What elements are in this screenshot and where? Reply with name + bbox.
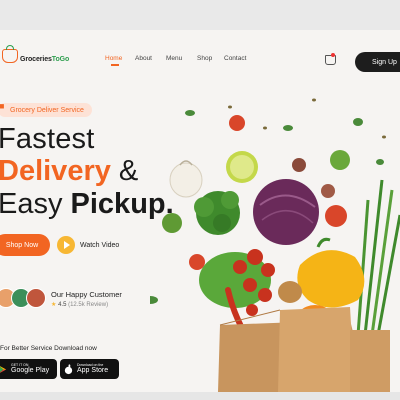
bottom-backdrop — [0, 392, 400, 400]
brand-logo[interactable]: GroceriesToGo — [2, 45, 70, 63]
apple-icon — [64, 363, 73, 374]
watch-video-button[interactable]: Watch Video — [57, 234, 129, 256]
nav-about[interactable]: About — [135, 55, 152, 62]
download-prompt: For Better Service Download now — [0, 345, 97, 352]
app-store-button[interactable]: Download on the App Store — [60, 359, 119, 379]
active-nav-indicator — [111, 64, 119, 66]
cart-icon[interactable] — [325, 55, 336, 65]
avatar — [26, 288, 46, 308]
star-icon: ★ — [51, 302, 57, 308]
customer-avatars — [0, 288, 46, 308]
nav-menu[interactable]: Menu — [166, 55, 182, 62]
cart-badge — [331, 53, 335, 57]
shop-now-button[interactable]: Shop Now — [0, 234, 50, 256]
cart-logo-icon — [2, 45, 18, 63]
service-tagline: Grocery Deliver Service — [0, 103, 92, 117]
nav-home[interactable]: Home — [105, 55, 122, 62]
watch-video-label: Watch Video — [80, 241, 120, 249]
headline-line1: Fastest — [0, 123, 95, 155]
basket-icon: ■ — [0, 101, 5, 111]
customer-rating: ★ 4.5 (12.5k Review) — [51, 302, 109, 308]
top-backdrop — [0, 0, 400, 30]
nav-shop[interactable]: Shop — [197, 55, 212, 62]
headline-amp: & — [110, 155, 139, 187]
brand-name: GroceriesToGo — [20, 56, 70, 63]
google-play-button[interactable]: GET IT ON Google Play — [0, 359, 57, 379]
vegetables-illustration — [150, 98, 400, 392]
google-play-icon — [0, 365, 7, 373]
happy-customer-title: Our Happy Customer — [51, 290, 122, 299]
headline-line3: Easy Pickup. — [0, 190, 174, 219]
headline-easy: Easy — [0, 188, 71, 220]
nav-contact[interactable]: Contact — [224, 55, 246, 62]
play-icon — [57, 236, 75, 254]
headline-delivery: Delivery — [0, 155, 111, 187]
signup-button[interactable]: Sign Up — [355, 52, 400, 72]
headline-line2: Delivery & — [0, 157, 138, 186]
